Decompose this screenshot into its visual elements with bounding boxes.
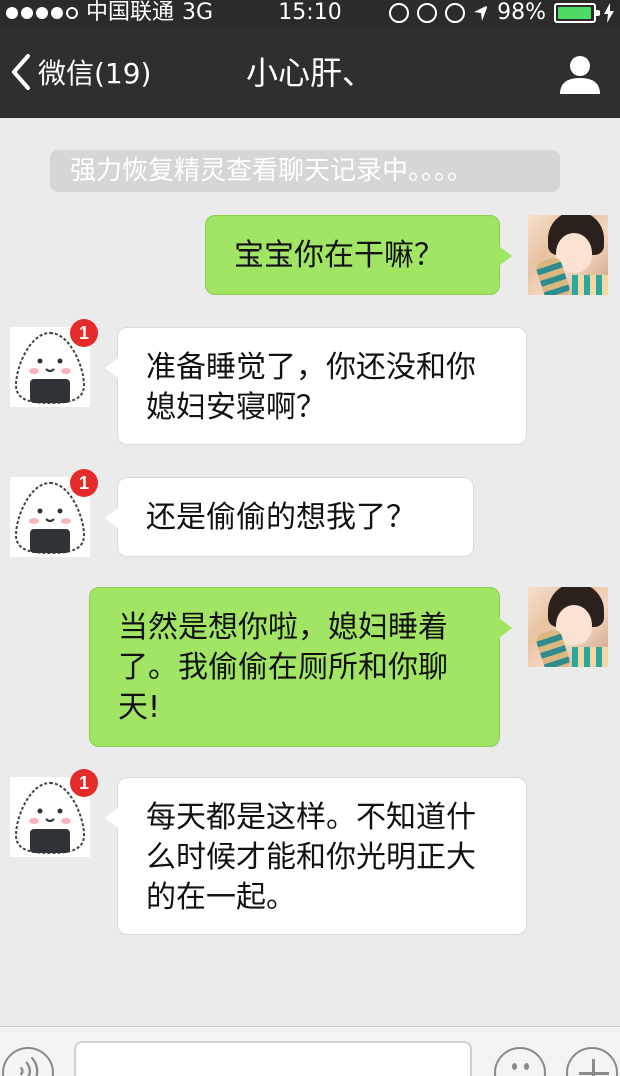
status-bar: 中国联通 3G 15:10 98% — [0, 0, 620, 26]
message-text-line: 当然是想你啦，媳妇睡着 — [118, 610, 448, 645]
plus-icon[interactable] — [566, 1047, 618, 1076]
charging-bolt-icon — [604, 3, 614, 23]
person-icon[interactable] — [558, 52, 602, 96]
message-input[interactable] — [74, 1041, 472, 1076]
chat-title: 小心肝、 — [245, 54, 374, 92]
message-bubble-incoming[interactable]: 准备睡觉了，你还没和你 媳妇安寝啊？ — [105, 327, 527, 445]
orientation-lock-icon — [389, 3, 410, 23]
battery-icon — [554, 3, 600, 23]
avatar[interactable] — [528, 215, 608, 295]
message-text-line: 了。我偷偷在厕所和你聊 — [118, 650, 448, 685]
message-text-line: 的在一起。 — [146, 880, 296, 915]
message-bubble-outgoing[interactable]: 宝宝你在干嘛？ — [205, 215, 512, 295]
lock-rotation-icon — [417, 3, 438, 23]
unread-badge: 1 — [70, 769, 98, 797]
message-bubble-incoming[interactable]: 还是偷偷的想我了？ — [105, 477, 474, 557]
avatar[interactable] — [528, 587, 608, 667]
avatar[interactable]: 1 — [10, 769, 98, 857]
emoji-icon[interactable] — [494, 1047, 546, 1076]
message-text-line: 么时候才能和你光明正大 — [146, 840, 476, 875]
message-text-line: 准备睡觉了，你还没和你 — [146, 350, 476, 385]
location-arrow-icon — [474, 5, 489, 21]
message-bubble-incoming[interactable]: 每天都是这样。不知道什 么时候才能和你光明正大 的在一起。 — [105, 777, 527, 935]
message-text-line: 媳妇安寝啊？ — [146, 390, 326, 425]
message-text: 宝宝你在干嘛？ — [234, 238, 444, 273]
voice-icon[interactable] — [2, 1047, 54, 1076]
message-text: 还是偷偷的想我了？ — [146, 500, 416, 535]
battery-percent: 98% — [497, 0, 546, 25]
avatar[interactable]: 1 — [10, 319, 98, 407]
system-notice: 强力恢复精灵查看聊天记录中。。。。 — [50, 150, 560, 192]
status-right: 98% — [389, 0, 614, 26]
avatar[interactable]: 1 — [10, 469, 98, 557]
input-toolbar — [0, 1026, 620, 1076]
unread-badge: 1 — [70, 319, 98, 347]
nav-bar: 微信(19) 小心肝、 — [0, 26, 620, 118]
unread-badge: 1 — [70, 469, 98, 497]
message-text-line: 天! — [118, 690, 161, 725]
chat-area[interactable]: 强力恢复精灵查看聊天记录中。。。。 宝宝你在干嘛？ 1 准备睡觉了，你还没和你 … — [0, 118, 620, 1026]
message-text-line: 每天都是这样。不知道什 — [146, 800, 476, 835]
alarm-icon — [445, 3, 466, 23]
message-bubble-outgoing[interactable]: 当然是想你啦，媳妇睡着 了。我偷偷在厕所和你聊 天! — [89, 587, 512, 747]
